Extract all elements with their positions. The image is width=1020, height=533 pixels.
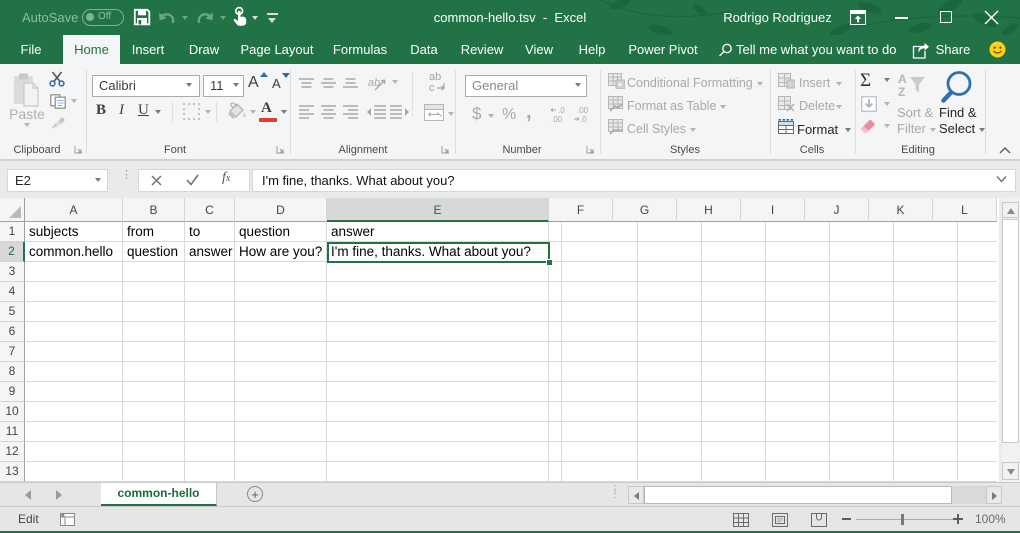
svg-text:c: c bbox=[429, 82, 435, 94]
svg-text:.0: .0 bbox=[580, 115, 587, 124]
svg-text:.00: .00 bbox=[551, 115, 563, 124]
svg-text:.00: .00 bbox=[577, 106, 589, 115]
svg-text:.0: .0 bbox=[558, 106, 565, 115]
